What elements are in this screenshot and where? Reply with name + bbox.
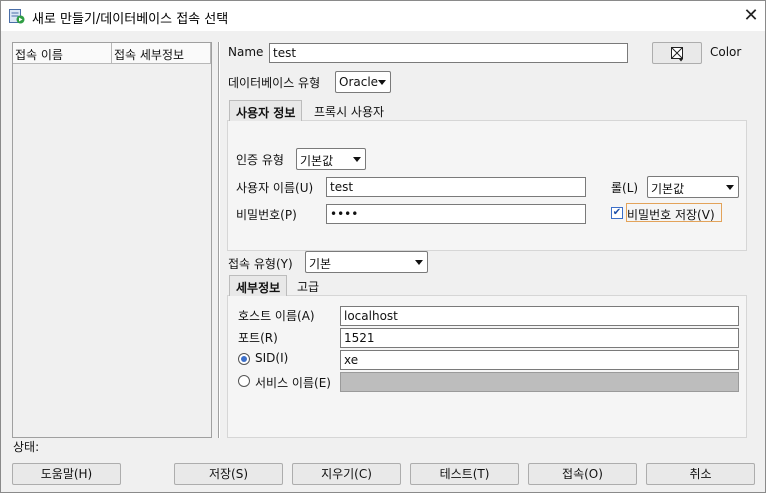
connection-list[interactable]: 접속 이름 접속 세부정보	[12, 42, 212, 438]
auth-type-label: 인증 유형	[236, 153, 284, 167]
clear-button[interactable]: 지우기(C)	[292, 463, 401, 485]
help-button[interactable]: 도움말(H)	[12, 463, 121, 485]
status-label: 상태:	[13, 440, 40, 454]
chevron-down-icon	[378, 80, 386, 85]
save-button[interactable]: 저장(S)	[174, 463, 283, 485]
host-input[interactable]: localhost	[340, 306, 739, 326]
host-label: 호스트 이름(A)	[238, 309, 315, 323]
db-type-value: Oracle	[339, 75, 379, 89]
sid-label[interactable]: SID(I)	[255, 351, 288, 365]
dialog-window: 새로 만들기/데이터베이스 접속 선택 ✕ 접속 이름 접속 세부정보 Name…	[0, 0, 766, 493]
name-input[interactable]: test	[269, 43, 628, 63]
tab-user-info[interactable]: 사용자 정보	[229, 100, 303, 121]
color-swatch-icon	[671, 47, 683, 62]
tab-advanced[interactable]: 고급	[291, 275, 325, 298]
connection-type-value: 기본	[309, 257, 332, 271]
save-password-label[interactable]: 비밀번호 저장(V)	[627, 206, 715, 223]
pane-splitter[interactable]	[218, 42, 220, 438]
service-name-radio[interactable]	[238, 375, 250, 387]
name-label: Name	[228, 45, 264, 59]
cancel-button[interactable]: 취소	[646, 463, 755, 485]
sid-radio[interactable]	[238, 353, 250, 365]
auth-type-value: 기본값	[300, 154, 334, 168]
connection-type-select[interactable]: 기본	[305, 251, 428, 273]
title-bar: 새로 만들기/데이터베이스 접속 선택 ✕	[1, 1, 765, 31]
app-icon	[9, 9, 25, 24]
color-label: Color	[710, 45, 742, 59]
service-name-label[interactable]: 서비스 이름(E)	[255, 374, 331, 391]
auth-type-select[interactable]: 기본값	[296, 148, 366, 170]
tab-details[interactable]: 세부정보	[229, 275, 288, 296]
db-type-select[interactable]: Oracle	[335, 71, 391, 93]
sid-input[interactable]: xe	[340, 350, 739, 370]
role-value: 기본값	[651, 182, 685, 196]
color-button[interactable]	[652, 42, 702, 64]
connection-type-label: 접속 유형(Y)	[228, 257, 293, 271]
column-header-connection-details[interactable]: 접속 세부정보	[112, 43, 211, 64]
role-label: 롤(L)	[611, 181, 639, 195]
db-type-label: 데이터베이스 유형	[228, 76, 321, 90]
chevron-down-icon	[415, 260, 423, 265]
role-select[interactable]: 기본값	[647, 176, 739, 198]
password-label: 비밀번호(P)	[236, 208, 297, 222]
password-input[interactable]: ••••	[326, 204, 586, 224]
chevron-down-icon	[726, 185, 734, 190]
column-header-connection-name[interactable]: 접속 이름	[13, 43, 112, 64]
username-input[interactable]: test	[326, 177, 586, 197]
service-name-input	[340, 372, 739, 392]
save-password-checkbox[interactable]: ✔	[611, 207, 623, 219]
port-label: 포트(R)	[238, 331, 278, 345]
tab-proxy-user[interactable]: 프록시 사용자	[308, 100, 390, 123]
test-button[interactable]: 테스트(T)	[410, 463, 519, 485]
window-title: 새로 만들기/데이터베이스 접속 선택	[32, 12, 229, 27]
chevron-down-icon	[353, 157, 361, 162]
username-label: 사용자 이름(U)	[236, 181, 314, 195]
port-input[interactable]: 1521	[340, 328, 739, 348]
connect-button[interactable]: 접속(O)	[528, 463, 637, 485]
close-icon[interactable]: ✕	[741, 6, 761, 26]
